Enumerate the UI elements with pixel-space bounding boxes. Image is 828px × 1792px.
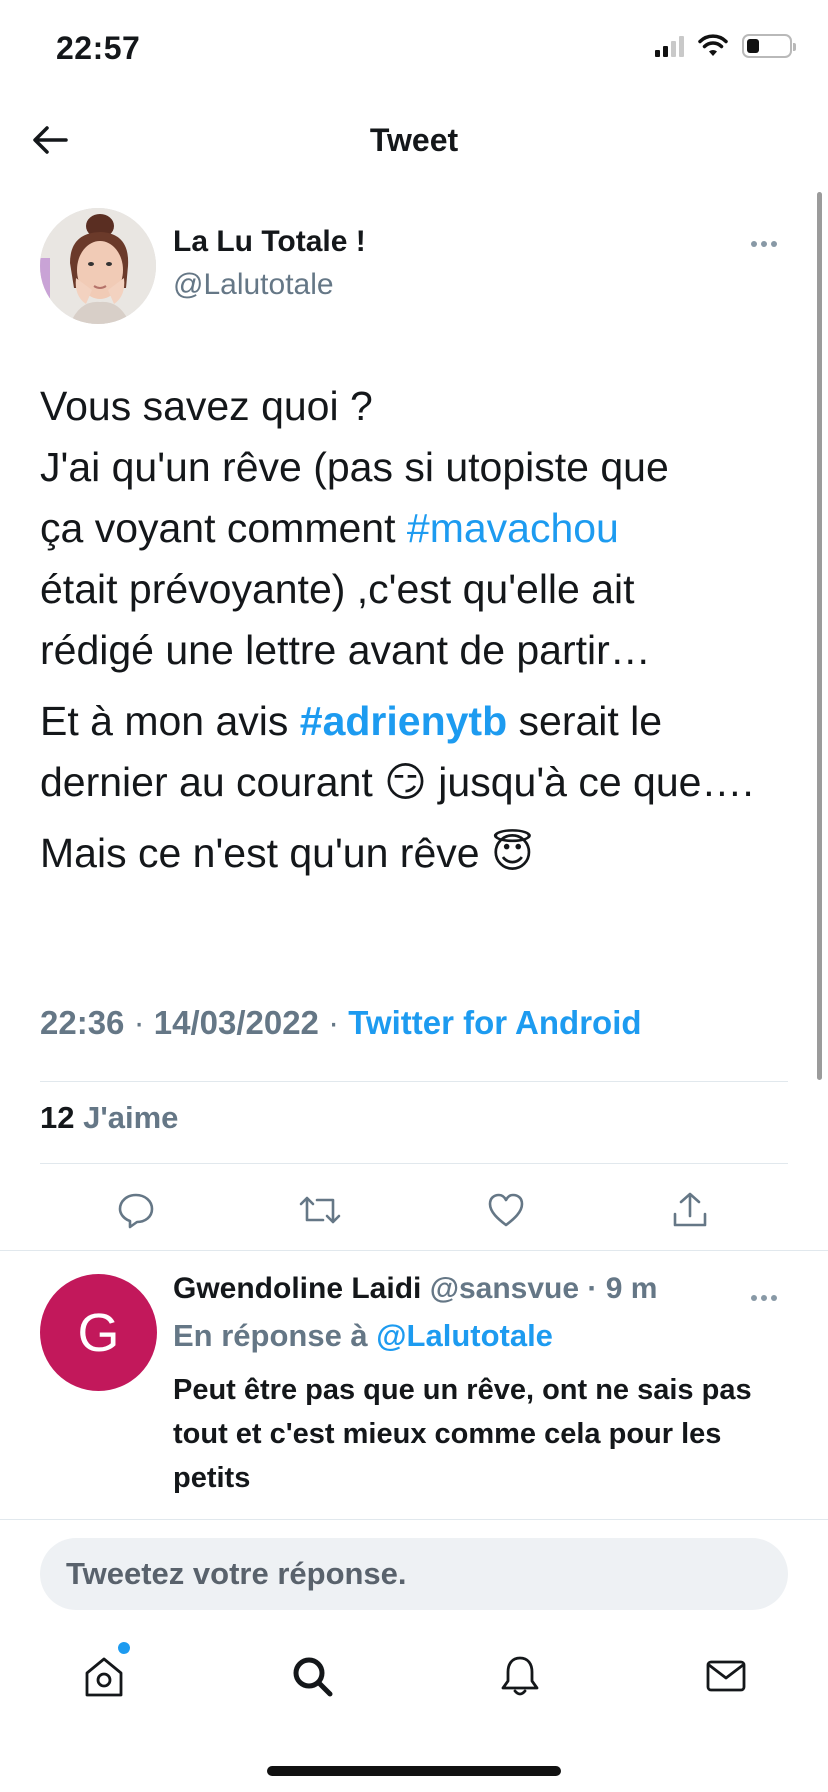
share-button[interactable] (666, 1186, 714, 1234)
tweet-line: Vous savez quoi ? (40, 383, 373, 429)
tweet-line: ça voyant comment (40, 505, 407, 551)
tweet-source-link[interactable]: Twitter for Android (348, 1004, 641, 1041)
reply-button[interactable] (112, 1186, 160, 1234)
more-horizontal-icon (751, 241, 757, 247)
like-button[interactable] (482, 1186, 530, 1234)
retweet-icon (299, 1196, 341, 1224)
tab-messages[interactable] (698, 1648, 754, 1704)
reply-composer-input[interactable]: Tweetez votre réponse. (40, 1538, 788, 1610)
meta-separator: · (124, 1004, 154, 1041)
tweet-paragraph: Vous savez quoi ? J'ai qu'un rêve (pas s… (40, 376, 800, 681)
reply-author-name[interactable]: Gwendoline Laidi (173, 1272, 421, 1305)
tweet-text-fragment: jusqu'à ce que…. (426, 759, 754, 805)
likes-label: J'aime (83, 1100, 179, 1135)
tweet-text-fragment: Et à mon avis (40, 698, 300, 744)
notification-dot (118, 1642, 130, 1654)
heart-icon (488, 1193, 524, 1227)
tab-search[interactable] (284, 1648, 340, 1704)
envelope-icon (706, 1660, 746, 1692)
home-indicator[interactable] (267, 1766, 561, 1776)
tweet-line: J'ai qu'un rêve (pas si utopiste que (40, 444, 669, 490)
scrollbar[interactable] (817, 192, 822, 1080)
tweet-text-fragment: Mais ce n'est qu'un rêve (40, 830, 491, 876)
reply-avatar[interactable]: G (40, 1274, 157, 1391)
wifi-icon (698, 34, 728, 56)
home-icon (85, 1657, 123, 1697)
tab-notifications[interactable] (492, 1648, 548, 1704)
divider (40, 1163, 788, 1164)
tweet-actions (40, 1180, 788, 1240)
likes-stat[interactable]: 12 J'aime (40, 1100, 178, 1136)
tweet-date: 14/03/2022 (153, 1004, 319, 1041)
divider (40, 1081, 788, 1082)
bell-icon (501, 1656, 539, 1696)
hashtag-link[interactable]: #mavachou (407, 505, 619, 551)
reply-text: Peut être pas que un rêve, ont ne sais p… (173, 1374, 752, 1494)
reply-author-handle[interactable]: @sansvue (430, 1272, 579, 1305)
tweet-text: Vous savez quoi ? J'ai qu'un rêve (pas s… (40, 376, 800, 894)
author-avatar[interactable] (40, 208, 156, 324)
halo-emoji-icon: 😇 (490, 829, 534, 877)
tab-home[interactable] (76, 1642, 132, 1704)
status-icons (655, 34, 796, 58)
tweet-time: 22:36 (40, 1004, 125, 1041)
reply-tweet[interactable]: G Gwendoline Laidi @sansvue · 9 m En rép… (40, 1272, 790, 1532)
tweet-meta: 22:36 · 14/03/2022 · Twitter for Android (40, 1004, 642, 1042)
in-reply-to-label: En réponse à (173, 1318, 377, 1353)
author-name[interactable]: La Lu Totale ! (173, 225, 366, 259)
tweet-paragraph: Et à mon avis #adrienytb serait le derni… (40, 691, 800, 813)
reply-header: Gwendoline Laidi @sansvue · 9 m (173, 1272, 657, 1306)
status-time: 22:57 (56, 30, 141, 66)
search-icon (293, 1657, 333, 1697)
more-horizontal-icon (751, 1295, 757, 1301)
divider (0, 1519, 828, 1520)
author-handle[interactable]: @Lalutotale (173, 268, 334, 302)
likes-count: 12 (40, 1100, 75, 1135)
cellular-signal-icon (655, 35, 684, 57)
in-reply-to: En réponse à @Lalutotale (173, 1318, 553, 1354)
meta-separator: · (579, 1272, 606, 1305)
divider (0, 1250, 828, 1251)
tweet-paragraph: Mais ce n'est qu'un rêve 😇 (40, 823, 800, 884)
page-title: Tweet (369, 122, 459, 158)
status-bar: 22:57 (0, 0, 828, 100)
bottom-tab-bar (0, 1640, 828, 1710)
tweet-line: était prévoyante) ,c'est qu'elle ait (40, 566, 635, 612)
reply-icon (118, 1193, 154, 1229)
mention-link[interactable]: @Lalutotale (376, 1318, 553, 1353)
battery-icon (742, 34, 796, 58)
tweet-line: rédigé une lettre avant de partir… (40, 627, 651, 673)
hashtag-link[interactable]: #adrienytb (300, 698, 507, 744)
retweet-button[interactable] (296, 1186, 344, 1234)
tweet-author: La Lu Totale ! @Lalutotale (40, 208, 790, 328)
more-button[interactable] (744, 234, 784, 254)
reply-time: 9 m (605, 1272, 658, 1305)
reply-more-button[interactable] (744, 1288, 784, 1308)
tweet-header: Tweet (0, 100, 828, 180)
meta-separator: · (318, 1004, 349, 1041)
smirk-emoji-icon: 😏 (384, 758, 427, 806)
share-icon (673, 1192, 707, 1227)
